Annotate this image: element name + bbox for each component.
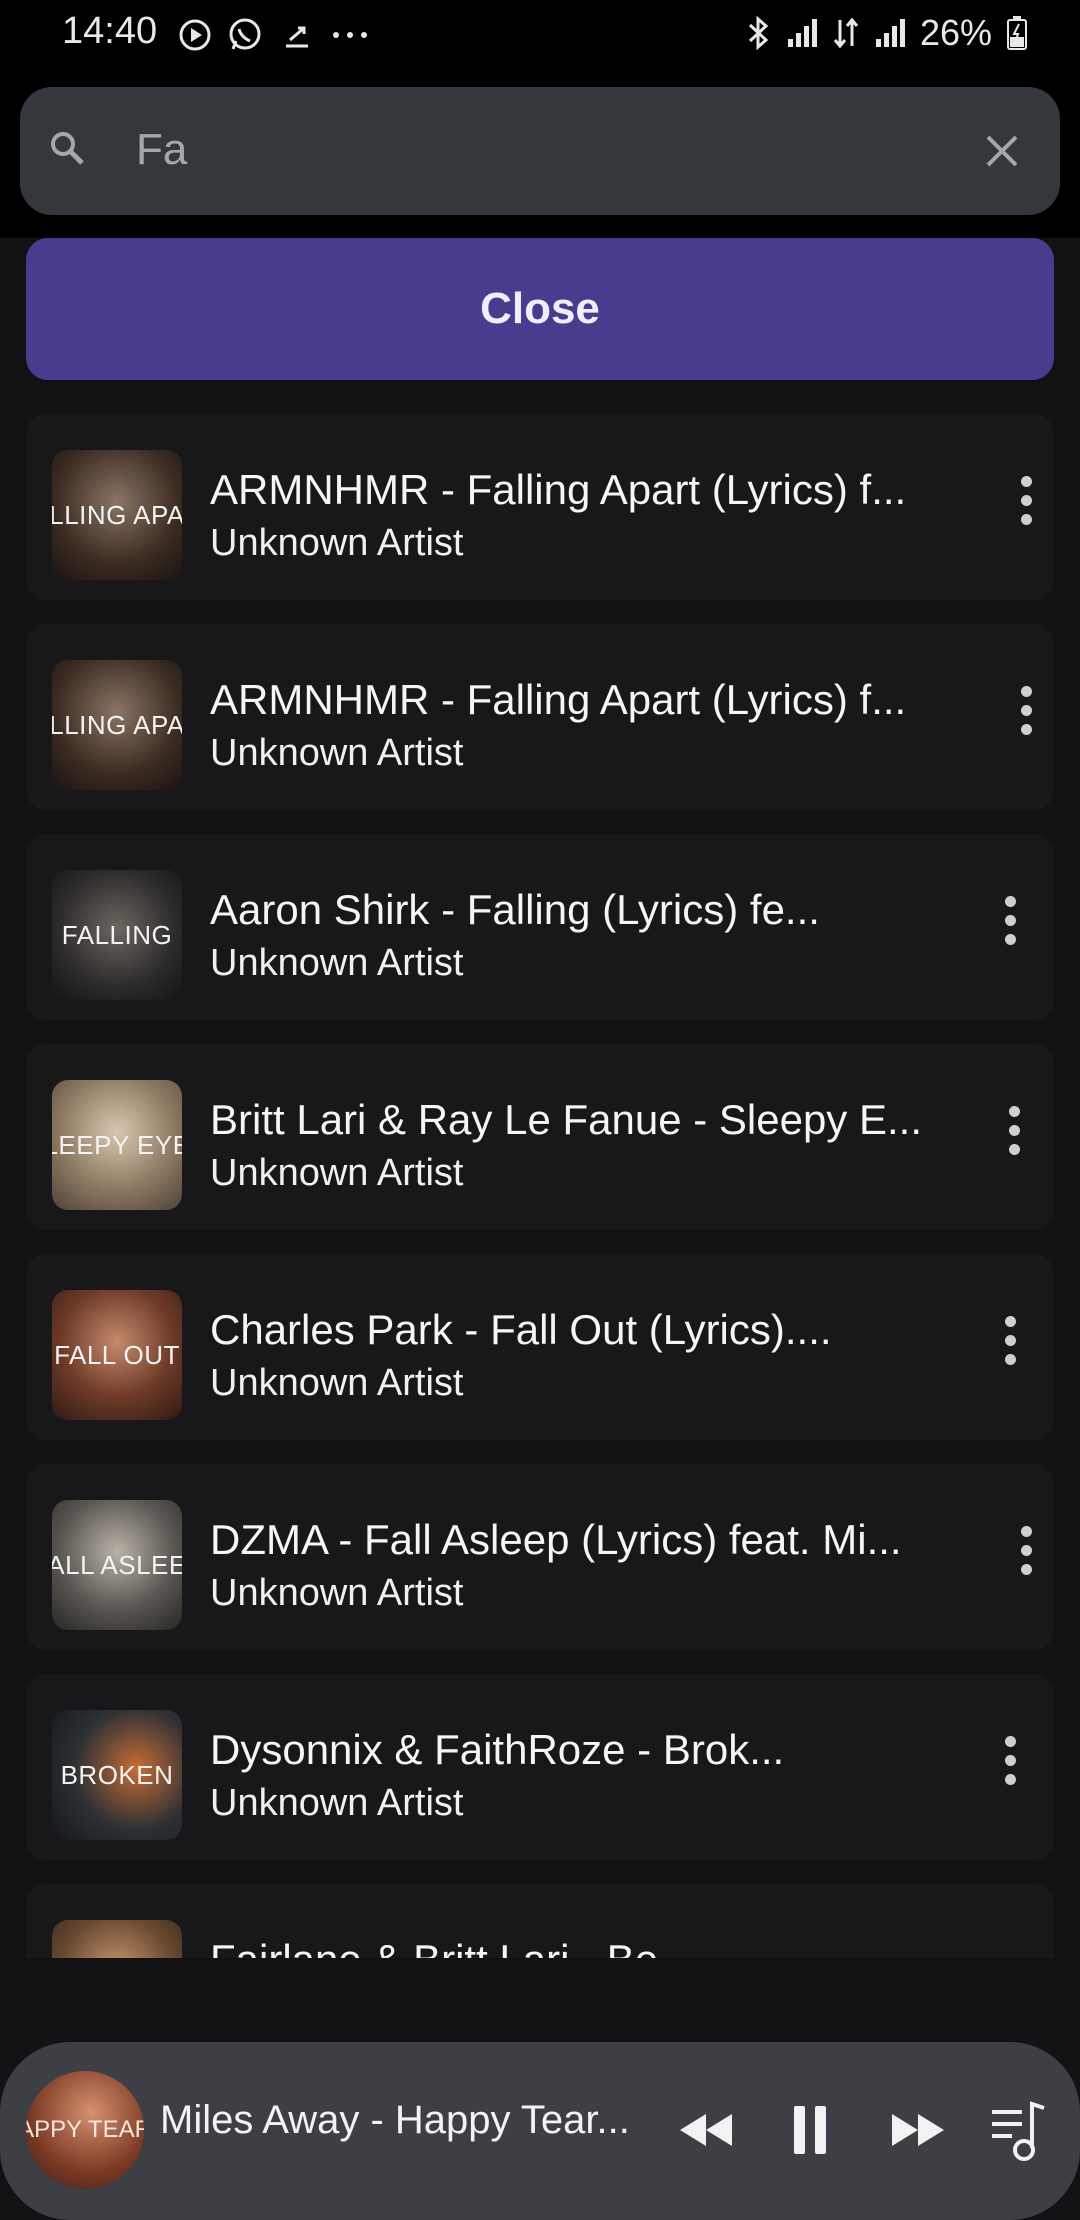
fast-forward-icon[interactable] [888, 2090, 948, 2170]
list-item[interactable]: LLING APA ARMNHMR - Falling Apart (Lyric… [26, 624, 1054, 810]
list-item[interactable]: LLING APA ARMNHMR - Falling Apart (Lyric… [26, 414, 1054, 600]
song-artist: Unknown Artist [210, 522, 464, 564]
album-art: ALL ASLEE [52, 1500, 182, 1630]
song-title: Charles Park - Fall Out (Lyrics).... [210, 1306, 832, 1353]
song-title: ARMNHMR - Falling Apart (Lyrics) f... [210, 466, 907, 513]
battery-icon [1007, 16, 1027, 50]
whatsapp-icon [229, 18, 261, 50]
play-notification-icon [179, 19, 211, 51]
song-artist: Unknown Artist [210, 1362, 464, 1404]
song-artist: Unknown Artist [210, 942, 464, 984]
more-options-icon[interactable] [990, 896, 1030, 956]
list-item[interactable]: FALLING Aaron Shirk - Falling (Lyrics) f… [26, 834, 1054, 1020]
list-item[interactable]: ALL ASLEE DZMA - Fall Asleep (Lyrics) fe… [26, 1464, 1054, 1650]
signal-icon-2 [875, 19, 905, 47]
more-options-icon[interactable] [1006, 686, 1046, 746]
pause-icon[interactable] [790, 2090, 830, 2170]
song-title: Dysonnix & FaithRoze - Brok... [210, 1726, 785, 1773]
status-bar: 14:40 26% [0, 0, 1080, 68]
song-title: ARMNHMR - Falling Apart (Lyrics) f... [210, 676, 907, 723]
song-artist: Unknown Artist [210, 1782, 464, 1824]
notification-icons [178, 16, 370, 54]
close-button[interactable]: Close [26, 238, 1054, 380]
list-item[interactable]: Fairlane & Britt Lari - Be [26, 1884, 1054, 1958]
battery-percent: 26% [919, 12, 992, 53]
search-bar[interactable]: Fa [20, 87, 1060, 215]
more-options-icon[interactable] [990, 1736, 1030, 1796]
status-time: 14:40 [62, 10, 158, 52]
song-list[interactable]: LLING APA ARMNHMR - Falling Apart (Lyric… [0, 410, 1080, 1958]
song-title: Britt Lari & Ray Le Fanue - Sleepy E... [210, 1096, 922, 1143]
album-art: LLING APA [52, 660, 182, 790]
more-options-icon[interactable] [990, 1316, 1030, 1376]
system-icons: 26% [746, 12, 1028, 54]
album-art: BROKEN [52, 1710, 182, 1840]
song-title: Aaron Shirk - Falling (Lyrics) fe... [210, 886, 820, 933]
now-playing-art: APPY TEAR [26, 2071, 144, 2189]
signal-icon [787, 19, 817, 47]
bluetooth-icon [748, 15, 769, 51]
rewind-icon[interactable] [676, 2090, 736, 2170]
list-item[interactable]: LEEPY EYE Britt Lari & Ray Le Fanue - Sl… [26, 1044, 1054, 1230]
album-art: FALLING [52, 870, 182, 1000]
queue-music-icon[interactable] [988, 2090, 1048, 2170]
more-options-icon[interactable] [994, 1106, 1034, 1166]
data-icon [833, 17, 859, 49]
more-notifications-icon [333, 32, 367, 38]
album-art [52, 1920, 182, 1958]
now-playing-title[interactable]: Miles Away - Happy Tear... [160, 2098, 630, 2143]
song-artist: Unknown Artist [210, 732, 464, 774]
more-options-icon[interactable] [1006, 1526, 1046, 1586]
transfer-icon [286, 26, 308, 48]
list-item[interactable]: FALL OUT Charles Park - Fall Out (Lyrics… [26, 1254, 1054, 1440]
close-icon[interactable] [974, 123, 1030, 179]
song-title: Fairlane & Britt Lari - Be [210, 1936, 658, 1958]
song-artist: Unknown Artist [210, 1152, 464, 1194]
more-options-icon[interactable] [1006, 476, 1046, 536]
list-item[interactable]: BROKEN Dysonnix & FaithRoze - Brok... Un… [26, 1674, 1054, 1860]
search-input[interactable]: Fa [136, 125, 187, 175]
song-title: DZMA - Fall Asleep (Lyrics) feat. Mi... [210, 1516, 902, 1563]
album-art: LLING APA [52, 450, 182, 580]
album-art: FALL OUT [52, 1290, 182, 1420]
mini-player[interactable]: APPY TEAR Miles Away - Happy Tear... [0, 2042, 1080, 2220]
search-icon [51, 132, 84, 165]
song-artist: Unknown Artist [210, 1572, 464, 1614]
album-art: LEEPY EYE [52, 1080, 182, 1210]
